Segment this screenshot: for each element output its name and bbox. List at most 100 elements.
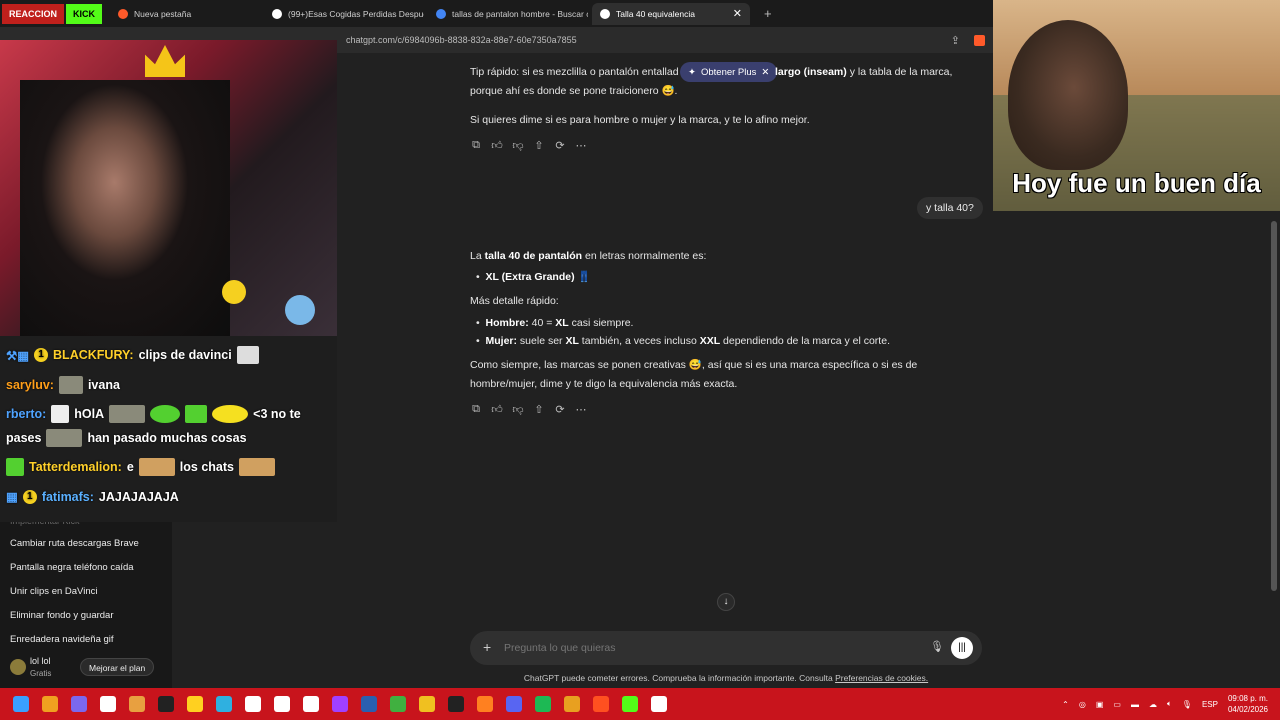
tab-bar: REACCION KICK Nueva pestaña (99+)Esas Co…: [0, 0, 993, 27]
new-tab-icon[interactable]: +: [764, 6, 772, 21]
google-icon: [436, 8, 447, 19]
edge-icon[interactable]: [216, 696, 232, 712]
chat-line: ⚒▦ 1 BLACKFURY: clips de davinci: [6, 346, 259, 364]
sidebar-item[interactable]: Eliminar fondo y guardar: [10, 610, 114, 621]
scroll-down-button[interactable]: ↓: [717, 593, 735, 611]
share-icon[interactable]: ⇧: [533, 139, 545, 152]
copy-icon[interactable]: ⧉: [470, 139, 482, 152]
answer-intro: La talla 40 de pantalón en letras normal…: [470, 250, 707, 262]
offer-paragraph: Si quieres dime si es para hombre o muje…: [470, 114, 810, 126]
chrome-icon[interactable]: [564, 696, 580, 712]
photoshop-icon[interactable]: [361, 696, 377, 712]
tab-tiktok[interactable]: (99+)Esas Cogidas Perdidas Despué...: [264, 3, 424, 25]
bullet-2: • Hombre: 40 = XL casi siempre.: [476, 317, 634, 329]
taskbar: [0, 688, 1280, 720]
brave-shield-icon[interactable]: [974, 34, 985, 46]
thumbs-down-icon[interactable]: 👎︎: [512, 403, 524, 416]
voice-mode-button[interactable]: |||: [951, 637, 973, 659]
bullet-1: • XL (Extra Grande) 👖: [476, 271, 591, 283]
obsidian-icon[interactable]: [303, 696, 319, 712]
tab-new-tab[interactable]: Nueva pestaña: [110, 3, 260, 25]
webcam-overlay: [0, 40, 337, 336]
user-name: lol lol: [30, 656, 51, 666]
share-icon[interactable]: ⇪: [951, 34, 960, 47]
thumbs-down-icon[interactable]: 👎︎: [512, 139, 524, 152]
emote: [51, 405, 70, 423]
spotify-icon[interactable]: [535, 696, 551, 712]
emote: [138, 458, 175, 476]
copy-icon[interactable]: ⧉: [470, 403, 482, 416]
tab-label: tallas de pantalon hombre - Buscar c...: [452, 8, 589, 19]
thumbs-up-icon[interactable]: 👍︎: [491, 139, 503, 152]
github-icon[interactable]: [274, 696, 290, 712]
emote: [212, 405, 249, 423]
brave-icon: [118, 8, 129, 19]
emote: [238, 458, 275, 476]
capcut-icon[interactable]: [100, 696, 116, 712]
xbox-icon[interactable]: [390, 696, 406, 712]
emote: [46, 429, 83, 447]
microphone-icon[interactable]: 🎙︎: [930, 640, 944, 653]
kick-icon[interactable]: [622, 696, 638, 712]
avatar[interactable]: [10, 659, 26, 675]
message-actions: ⧉ 👍︎ 👎︎ ⇧ ⟳ ⋯: [470, 139, 587, 152]
message-actions: ⧉ 👍︎ 👎︎ ⇧ ⟳ ⋯: [470, 403, 587, 416]
get-plus-pill[interactable]: ✦ Obtener Plus ✕: [680, 62, 778, 82]
badge-icon: ▦: [6, 490, 18, 504]
more-icon[interactable]: ⋯: [575, 403, 587, 416]
kick-badge: KICK: [66, 3, 103, 24]
share-icon[interactable]: ⇧: [533, 403, 545, 416]
stream-chat: ⚒▦ 1 BLACKFURY: clips de davinci saryluv…: [0, 336, 337, 522]
url-text[interactable]: chatgpt.com/c/6984096b-8838-832a-88e7-60…: [346, 35, 577, 45]
tab-label: (99+)Esas Cogidas Perdidas Despué...: [288, 8, 425, 19]
close-icon[interactable]: ✕: [733, 7, 742, 20]
meme-image: Hoy fue un buen día: [993, 0, 1280, 211]
regenerate-icon[interactable]: ⟳: [554, 403, 566, 416]
tiktok-icon: [272, 8, 283, 19]
emote: [6, 458, 24, 476]
sidebar-item[interactable]: Pantalla negra teléfono caída: [10, 562, 134, 573]
thumbs-up-icon[interactable]: 👍︎: [491, 403, 503, 416]
sidebar-item[interactable]: Unir clips en DaVinci: [10, 586, 97, 597]
stack-icon[interactable]: [42, 696, 58, 712]
steam-icon[interactable]: [448, 696, 464, 712]
brave-icon[interactable]: [593, 696, 609, 712]
user-plan: Gratis: [30, 669, 52, 678]
refresh-icon[interactable]: [651, 696, 667, 712]
sidebar-item[interactable]: Enredadera navideña gif: [10, 634, 114, 645]
tab-chatgpt[interactable]: Talla 40 equivalencia ✕: [592, 2, 751, 25]
final-paragraph-line1: Como siempre, las marcas se ponen creati…: [470, 359, 918, 371]
composer: + 🎙︎ |||: [470, 631, 982, 665]
cookie-preferences-link[interactable]: Preferencias de cookies.: [835, 673, 928, 683]
sparkle-icon: ✦: [688, 66, 696, 78]
plus-icon[interactable]: +: [483, 639, 491, 655]
upgrade-plan-button[interactable]: Mejorar el plan: [80, 658, 155, 676]
tip-paragraph-end: largo (inseam) y la tabla de la marca,: [775, 66, 953, 78]
circle-icon[interactable]: [332, 696, 348, 712]
meme-caption: Hoy fue un buen día: [1012, 168, 1261, 198]
emote: [236, 346, 259, 364]
tab-label: Nueva pestaña: [134, 8, 192, 19]
scrollbar[interactable]: [1271, 221, 1277, 591]
prompt-input[interactable]: [504, 639, 904, 657]
firefox-icon[interactable]: [477, 696, 493, 712]
obs-icon[interactable]: [158, 696, 174, 712]
user-message: y talla 40?: [917, 197, 983, 219]
chicken-icon[interactable]: [129, 696, 145, 712]
sidebar-item[interactable]: Cambiar ruta descargas Brave: [10, 538, 139, 549]
more-icon[interactable]: ⋯: [575, 139, 587, 152]
badge-icon: ⚒▦: [6, 348, 30, 363]
tip-paragraph: Tip rápido: si es mezclilla o pantalón e…: [470, 66, 679, 78]
windows-icon[interactable]: [13, 696, 29, 712]
discord-icon[interactable]: [506, 696, 522, 712]
regenerate-icon[interactable]: ⟳: [554, 139, 566, 152]
close-icon[interactable]: ✕: [761, 67, 769, 78]
teams-icon[interactable]: [71, 696, 87, 712]
tab-google[interactable]: tallas de pantalon hombre - Buscar c...: [428, 3, 588, 25]
plush-figure: [285, 295, 315, 325]
lightning-icon[interactable]: [187, 696, 203, 712]
notion-icon[interactable]: [245, 696, 261, 712]
folder-icon[interactable]: [419, 696, 435, 712]
bullet-3: • Mujer: suele ser XL también, a veces i…: [476, 335, 890, 347]
chat-line: pases han pasado muchas cosas: [6, 429, 247, 447]
